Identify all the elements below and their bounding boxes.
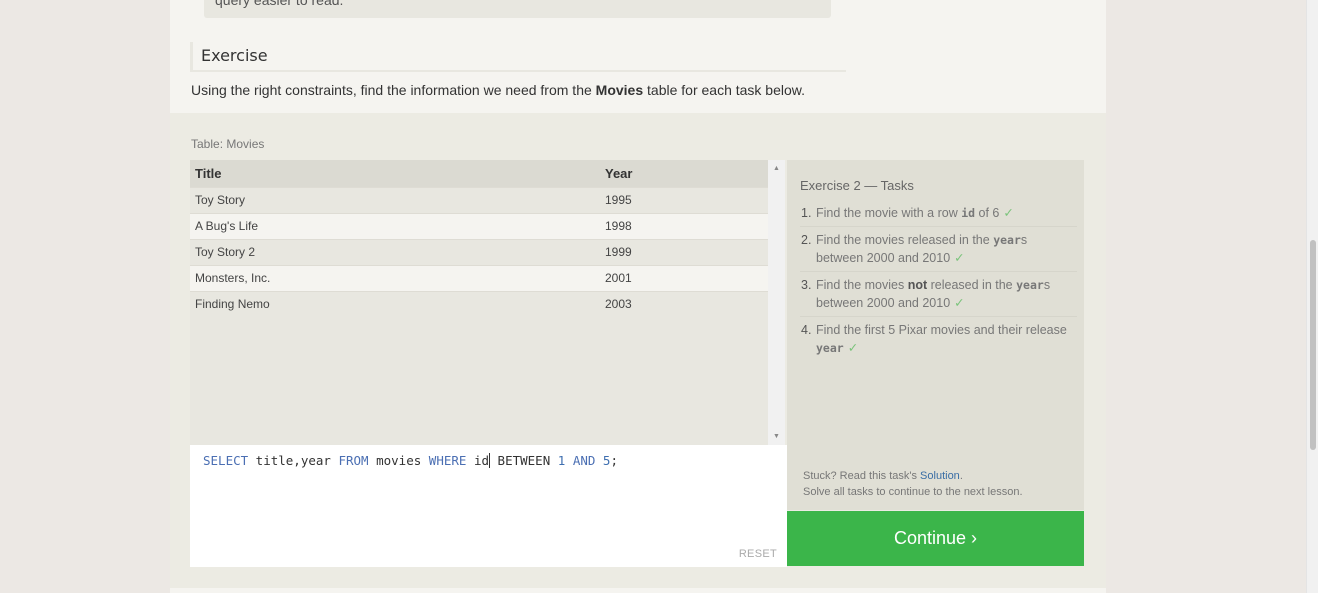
sql-text: title,year (248, 453, 339, 468)
task-text: Find the movie with a row (816, 206, 962, 220)
exercise-intro-start: Using the right constraints, find the in… (191, 82, 596, 98)
cell-title: Finding Nemo (190, 290, 600, 317)
panel-divider (170, 588, 1106, 593)
check-icon: ✓ (1003, 206, 1014, 220)
task-item: 2. Find the movies released in the years … (800, 227, 1077, 272)
check-icon: ✓ (954, 296, 965, 310)
table-row: Monsters, Inc. 2001 (190, 264, 768, 291)
cell-year: 1999 (600, 238, 768, 265)
task-code: year (1016, 278, 1044, 292)
stuck-line: Stuck? Read this task's Solution. (803, 468, 1023, 484)
task-item: 4. Find the first 5 Pixar movies and thei… (800, 317, 1077, 361)
table-header-row: Title Year (190, 160, 768, 187)
exercise-panel: Table: Movies Title Year Toy Story 1995 A … (170, 113, 1106, 588)
exercise-intro-table-name: Movies (595, 82, 644, 98)
task-item: 1. Find the movie with a row id of 6 ✓ (800, 200, 1077, 227)
cell-year: 1995 (600, 186, 768, 213)
page-scrollbar[interactable] (1306, 0, 1318, 593)
lesson-content: query easier to read. Exercise Using the… (170, 0, 1106, 593)
task-text: released in the (927, 278, 1017, 292)
sql-editor[interactable]: SELECT title,year FROM movies WHERE id B… (190, 445, 787, 567)
check-icon: ✓ (847, 341, 859, 355)
results-table-container[interactable]: Title Year Toy Story 1995 A Bug's Life 1998… (190, 160, 770, 445)
exercise-intro-end: table for each task below. (643, 82, 805, 98)
sql-text: movies (368, 453, 429, 468)
sql-text: id (466, 453, 490, 468)
tasks-panel: Exercise 2 — Tasks 1. Find the movie with… (787, 160, 1084, 510)
task-list: 1. Find the movie with a row id of 6 ✓ 2. Fi… (800, 200, 1077, 361)
sql-keyword: WHERE (428, 453, 467, 468)
previous-note-box: query easier to read. (204, 0, 831, 18)
task-code: year (993, 233, 1021, 247)
column-header-title: Title (190, 160, 600, 187)
cell-title: Toy Story (190, 186, 600, 213)
cell-year: 1998 (600, 212, 768, 239)
task-text: Find the movies (816, 278, 908, 292)
cell-year: 2003 (600, 290, 768, 317)
task-number: 1. (801, 206, 812, 220)
stuck-suffix: . (959, 470, 963, 482)
column-header-year: Year (600, 160, 768, 187)
sql-keyword: AND (572, 453, 596, 468)
triangle-up-icon[interactable]: ▲ (768, 160, 785, 177)
continue-button[interactable]: Continue › (787, 511, 1084, 566)
cell-year: 2001 (600, 264, 768, 291)
cell-title: A Bug's Life (190, 212, 600, 239)
task-number: 4. (801, 323, 812, 337)
task-text: of 6 (975, 206, 1000, 220)
task-code: year (816, 341, 844, 355)
tasks-title: Exercise 2 — Tasks (800, 178, 914, 193)
table-row: Finding Nemo 2003 (190, 290, 768, 317)
solution-link[interactable]: Solution (920, 470, 960, 482)
sql-keyword: FROM (338, 453, 369, 468)
check-icon: ✓ (954, 251, 965, 265)
task-item: 3. Find the movies not released in the ye… (800, 272, 1077, 317)
task-code: id (961, 206, 976, 220)
table-caption: Table: Movies (191, 137, 265, 151)
triangle-down-icon[interactable]: ▼ (768, 428, 785, 445)
reset-button[interactable]: RESET (739, 548, 777, 560)
task-text: Find the movies released in the (816, 233, 994, 247)
task-text: Find the first 5 Pixar movies and their … (816, 323, 1067, 337)
continue-note: Solve all tasks to continue to the next … (803, 486, 1023, 498)
sql-text: BETWEEN (490, 453, 558, 468)
sql-query-line[interactable]: SELECT title,year FROM movies WHERE id B… (203, 453, 618, 468)
table-row: A Bug's Life 1998 (190, 212, 768, 239)
task-number: 2. (801, 233, 812, 247)
task-number: 3. (801, 278, 812, 292)
sql-keyword: SELECT (203, 453, 249, 468)
task-emphasis: not (907, 278, 928, 292)
cell-title: Toy Story 2 (190, 238, 600, 265)
previous-note-text: query easier to read. (215, 0, 344, 8)
exercise-heading: Exercise (190, 42, 846, 72)
table-row: Toy Story 2 1999 (190, 238, 768, 265)
stuck-prefix: Stuck? Read this task's (803, 470, 921, 482)
results-scrollbar[interactable]: ▲ ▼ (768, 160, 785, 445)
exercise-intro: Using the right constraints, find the in… (191, 82, 805, 98)
page-scrollbar-thumb[interactable] (1310, 240, 1316, 450)
sql-text: ; (610, 453, 618, 468)
results-table: Title Year Toy Story 1995 A Bug's Life 1998… (190, 160, 768, 317)
table-row: Toy Story 1995 (190, 186, 768, 213)
help-text: Stuck? Read this task's Solution. Solve … (803, 468, 1023, 500)
results-table-body: Toy Story 1995 A Bug's Life 1998 Toy Story 2… (190, 186, 768, 317)
cell-title: Monsters, Inc. (190, 264, 600, 291)
